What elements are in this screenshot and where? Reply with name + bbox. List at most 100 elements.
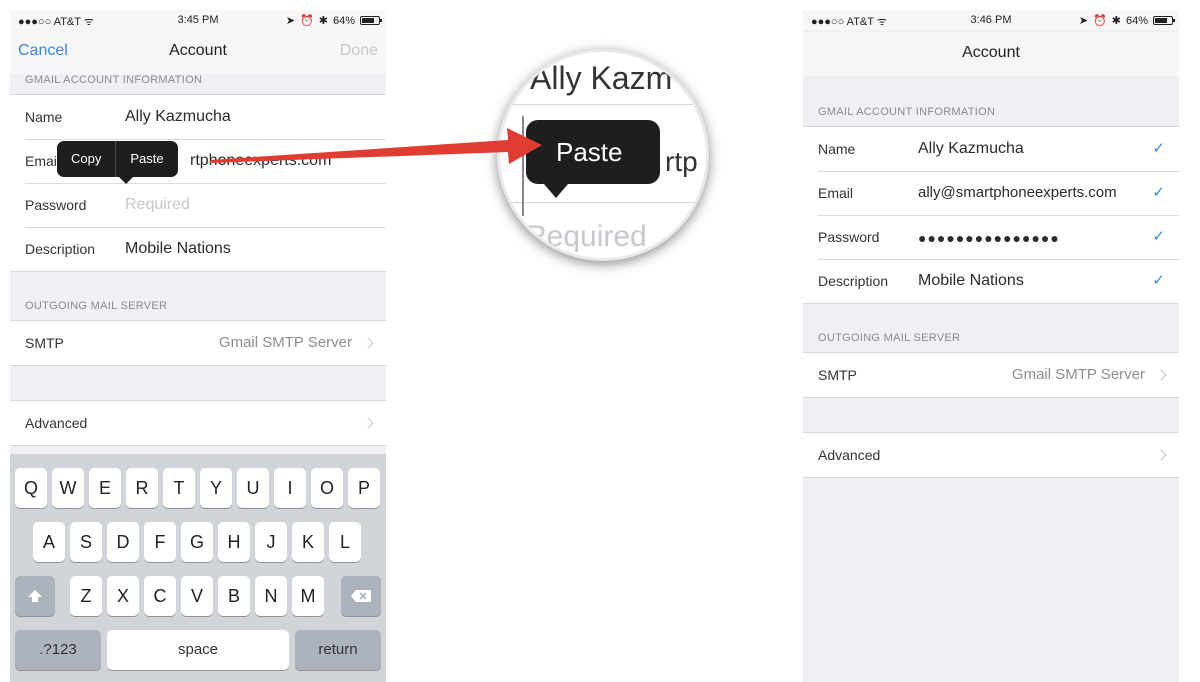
- section-header-outgoing: OUTGOING MAIL SERVER: [818, 332, 961, 344]
- smtp-group: SMTP Gmail SMTP Server: [803, 352, 1179, 398]
- status-right: ➤ ⏰ ✱ 64%: [1078, 14, 1175, 27]
- text-cursor: [522, 116, 524, 216]
- account-info-group: Name Ally Kazmucha ✓ Email ally@smartpho…: [803, 126, 1179, 304]
- bluetooth-icon: ✱: [1111, 15, 1121, 27]
- key-h[interactable]: H: [218, 522, 250, 562]
- key-i[interactable]: I: [274, 468, 306, 508]
- description-field[interactable]: Mobile Nations: [918, 272, 1024, 290]
- key-p[interactable]: P: [348, 468, 380, 508]
- return-key[interactable]: return: [295, 630, 381, 670]
- smtp-server-value: Gmail SMTP Server: [1011, 366, 1145, 383]
- section-header-account-info: GMAIL ACCOUNT INFORMATION: [818, 106, 996, 118]
- battery-percent: 64%: [332, 14, 355, 27]
- key-e[interactable]: E: [89, 468, 121, 508]
- name-row[interactable]: Name Ally Kazmucha ✓: [803, 127, 1179, 171]
- key-u[interactable]: U: [237, 468, 269, 508]
- smtp-row[interactable]: SMTP Gmail SMTP Server: [803, 353, 1179, 397]
- navigation-bar: Cancel Account Done: [10, 30, 386, 74]
- shift-icon: [28, 590, 42, 602]
- key-a[interactable]: A: [33, 522, 65, 562]
- email-row[interactable]: Email ally@smartphoneexperts.com ✓: [803, 171, 1179, 215]
- email-field[interactable]: ally@smartphoneexperts.com: [918, 184, 1117, 201]
- email-label: Email: [818, 185, 854, 201]
- section-header-account-info: GMAIL ACCOUNT INFORMATION: [25, 74, 203, 86]
- key-y[interactable]: Y: [200, 468, 232, 508]
- checkmark-icon: ✓: [1152, 228, 1165, 245]
- key-j[interactable]: J: [255, 522, 287, 562]
- key-t[interactable]: T: [163, 468, 195, 508]
- key-n[interactable]: N: [255, 576, 287, 616]
- key-g[interactable]: G: [181, 522, 213, 562]
- key-d[interactable]: D: [107, 522, 139, 562]
- advanced-row[interactable]: Advanced: [10, 401, 386, 445]
- chevron-right-icon: [362, 337, 374, 349]
- nav-title: Account: [169, 42, 227, 59]
- checkmark-icon: ✓: [1152, 140, 1165, 157]
- key-s[interactable]: S: [70, 522, 102, 562]
- key-l[interactable]: L: [329, 522, 361, 562]
- done-button[interactable]: Done: [340, 42, 378, 60]
- paste-menu-item[interactable]: Paste: [116, 141, 177, 177]
- name-label: Name: [25, 109, 63, 125]
- email-field[interactable]: rtphoneexperts.com: [190, 152, 331, 170]
- name-label: Name: [818, 141, 856, 157]
- battery-percent: 64%: [1125, 14, 1148, 27]
- space-key[interactable]: space: [107, 630, 289, 670]
- description-field[interactable]: Mobile Nations: [125, 240, 231, 258]
- location-icon: ➤: [1078, 15, 1089, 27]
- advanced-row[interactable]: Advanced: [803, 433, 1179, 477]
- password-field[interactable]: Required: [125, 196, 190, 214]
- key-f[interactable]: F: [144, 522, 176, 562]
- battery-icon: [360, 16, 382, 25]
- section-header-outgoing: OUTGOING MAIL SERVER: [25, 300, 168, 312]
- edit-menu-callout: Copy Paste: [57, 141, 178, 184]
- key-w[interactable]: W: [52, 468, 84, 508]
- email-label: Email: [25, 153, 61, 169]
- key-m[interactable]: M: [292, 576, 324, 616]
- key-k[interactable]: K: [292, 522, 324, 562]
- smtp-label: SMTP: [818, 367, 857, 383]
- status-right: ➤ ⏰ ✱ 64%: [285, 14, 382, 27]
- key-x[interactable]: X: [107, 576, 139, 616]
- alarm-icon: ⏰: [1093, 15, 1107, 27]
- alarm-icon: ⏰: [300, 15, 314, 27]
- key-o[interactable]: O: [311, 468, 343, 508]
- advanced-label: Advanced: [818, 447, 881, 463]
- name-row[interactable]: Name Ally Kazmucha: [10, 95, 386, 139]
- description-label: Description: [818, 273, 889, 289]
- delete-icon: [351, 590, 371, 602]
- key-c[interactable]: C: [144, 576, 176, 616]
- smtp-server-value: Gmail SMTP Server: [218, 334, 352, 351]
- shift-key[interactable]: [15, 576, 55, 616]
- description-row[interactable]: Description Mobile Nations ✓: [803, 259, 1179, 303]
- status-bar: ●●●○○ AT&T ᯤ 3:45 PM ➤ ⏰ ✱ 64%: [10, 10, 386, 30]
- advanced-group: Advanced: [803, 432, 1179, 478]
- zoomed-paste-button[interactable]: Paste: [526, 120, 660, 198]
- location-icon: ➤: [285, 15, 296, 27]
- name-field[interactable]: Ally Kazmucha: [918, 140, 1024, 158]
- left-phone-screen: ●●●○○ AT&T ᯤ 3:45 PM ➤ ⏰ ✱ 64% Cancel Ac…: [10, 10, 386, 682]
- password-field[interactable]: ●●●●●●●●●●●●●●●: [918, 230, 1060, 246]
- copy-menu-item[interactable]: Copy: [57, 141, 115, 177]
- key-z[interactable]: Z: [70, 576, 102, 616]
- magnifier-zoom: Ally Kazm rtp Paste Required: [497, 49, 709, 261]
- account-info-group: Name Ally Kazmucha Email rtphoneexperts.…: [10, 94, 386, 272]
- zoomed-placeholder: Required: [525, 220, 647, 253]
- key-v[interactable]: V: [181, 576, 213, 616]
- smtp-row[interactable]: SMTP Gmail SMTP Server: [10, 321, 386, 365]
- name-field[interactable]: Ally Kazmucha: [125, 108, 231, 126]
- numbers-key[interactable]: .?123: [15, 630, 101, 670]
- description-row[interactable]: Description Mobile Nations: [10, 227, 386, 271]
- key-r[interactable]: R: [126, 468, 158, 508]
- password-row[interactable]: Password ●●●●●●●●●●●●●●● ✓: [803, 215, 1179, 259]
- password-label: Password: [818, 229, 880, 245]
- battery-icon: [1153, 16, 1175, 25]
- key-q[interactable]: Q: [15, 468, 47, 508]
- password-row[interactable]: Password Required: [10, 183, 386, 227]
- navigation-bar: Account: [803, 32, 1179, 76]
- keyboard: Q W E R T Y U I O P A S D F G H J K L Z: [10, 454, 386, 682]
- delete-key[interactable]: [341, 576, 381, 616]
- checkmark-icon: ✓: [1152, 272, 1165, 289]
- key-b[interactable]: B: [218, 576, 250, 616]
- right-phone-screen: ●●●○○ AT&T ᯤ 3:46 PM ➤ ⏰ ✱ 64% Account G…: [803, 10, 1179, 682]
